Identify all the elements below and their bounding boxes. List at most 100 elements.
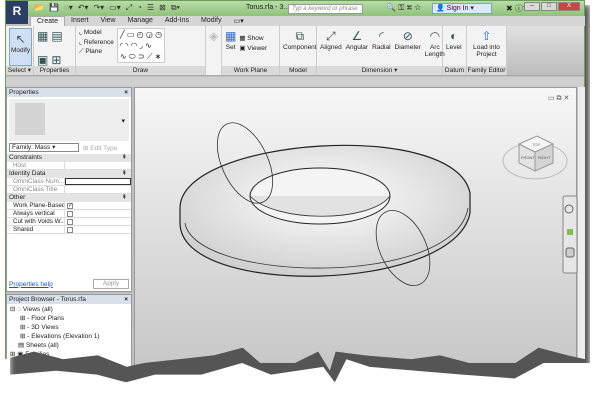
modify-button[interactable]: ↖ Modify <box>9 28 33 66</box>
contextual-tab-toggle[interactable]: ▭▾ <box>228 16 250 26</box>
sync-icon[interactable]: ◌▾ <box>64 3 73 13</box>
radial-button[interactable]: ◜ Radial <box>372 28 390 51</box>
angular-button[interactable]: ∠ Angular <box>346 28 368 51</box>
model-line-button[interactable]: ⌞ Model <box>79 28 114 36</box>
view-controls[interactable]: ▭ ⧉ ✕ <box>548 95 569 102</box>
maximize-button[interactable]: □ <box>541 2 557 11</box>
switch-windows-icon[interactable]: ⧉▾ <box>171 3 180 13</box>
checkbox[interactable]: ✓ <box>67 203 73 209</box>
property-value[interactable]: ✓ <box>65 202 131 209</box>
set-button[interactable]: ▦ Set <box>225 28 236 51</box>
tab-modify[interactable]: Modify <box>195 16 228 26</box>
checkbox[interactable] <box>67 211 73 217</box>
family-types-icon[interactable]: ▦ <box>37 28 48 44</box>
tree-views-all[interactable]: ⊟ ◌ Views (all) <box>10 305 128 314</box>
level-button[interactable]: ◐ Level <box>446 28 462 51</box>
property-value[interactable] <box>65 186 131 193</box>
property-value[interactable] <box>65 210 131 217</box>
load-into-project-label: Load into Project <box>473 44 500 58</box>
tree-3d-views[interactable]: ⊞ - 3D Views <box>10 323 128 332</box>
arc-length-button[interactable]: ◠ Arc Length <box>425 28 445 58</box>
navigation-bar[interactable] <box>562 195 578 274</box>
apply-button[interactable]: Apply <box>93 279 129 289</box>
show-button[interactable]: ▦ Show <box>239 34 267 42</box>
edit-type-button[interactable]: ⊞ Edit Type <box>83 144 117 152</box>
property-row: Work Plane-Based ✓ <box>7 202 131 210</box>
checkbox[interactable] <box>67 227 73 233</box>
vertical-scrollbar[interactable] <box>578 87 585 371</box>
aligned-button[interactable]: ⤢ Aligned <box>320 28 342 51</box>
close-icon[interactable]: × <box>124 88 128 97</box>
checkbox[interactable] <box>67 219 73 225</box>
viewcube-right[interactable]: RIGHT <box>538 155 551 160</box>
modify-label: Modify <box>11 47 31 54</box>
viewcube[interactable]: TOP FRONT RIGHT <box>502 135 568 180</box>
search-input[interactable]: Typ a keyword or phrase <box>288 4 363 14</box>
family-category-icon[interactable]: ▤ <box>51 28 62 44</box>
property-label: Work Plane-Based <box>7 202 65 209</box>
tree-floor-plans[interactable]: ⊞ - Floor Plans <box>10 314 128 323</box>
undo-icon[interactable]: ↶▾ <box>78 3 89 13</box>
sign-in-button[interactable]: 👤 Sign In ▾ <box>432 3 492 14</box>
cursor-icon: ↖ <box>15 32 26 46</box>
dimension-panel: ⤢ Aligned ∠ Angular ◜ Radial ⊘ Diameter ◠ Arc… <box>317 26 445 75</box>
dimension-panel-label[interactable]: Dimension ▾ <box>317 66 442 75</box>
group-header[interactable]: Identity Data <box>7 170 131 178</box>
star-icon[interactable]: ☆ <box>414 3 421 12</box>
property-value[interactable] <box>65 162 131 169</box>
viewcube-front[interactable]: FRONT <box>521 155 535 160</box>
tab-create[interactable]: Create <box>30 16 66 26</box>
tab-view[interactable]: View <box>95 16 122 26</box>
close-icon[interactable]: × <box>124 295 128 304</box>
tag-icon[interactable]: ◔ <box>137 3 142 13</box>
open-icon[interactable]: 📂 <box>34 3 44 13</box>
orbit-icon <box>565 247 575 258</box>
title-bar: 📂 💾 ◌▾ ↶▾ ↷▾ ▭▾ ⤢ ◔ ☰ ⊠ ⧉▾ Torus.rfa - 3... Typ a … <box>6 1 584 16</box>
select-panel-label[interactable]: Select ▾ <box>6 66 33 75</box>
viewer-button[interactable]: ▣ Viewer <box>239 44 267 52</box>
reference-line-button[interactable]: ⌞ Reference <box>79 38 114 46</box>
tree-sheets[interactable]: ▤ Sheets (all) <box>10 341 128 350</box>
minimize-button[interactable]: – <box>524 2 540 11</box>
3d-viewport[interactable]: TOP FRONT RIGHT ▭ ⧉ ✕ <box>134 87 578 388</box>
save-icon[interactable]: 💾 <box>49 3 59 13</box>
property-row: Cut with Voids W... <box>7 218 131 226</box>
property-value[interactable] <box>65 226 131 233</box>
select-panel: ↖ Modify Select ▾ <box>6 26 34 75</box>
binoculars-icon[interactable]: 🔍 <box>386 3 396 12</box>
tab-manage[interactable]: Manage <box>122 16 159 26</box>
project-browser-header: Project Browser - Torus.rfa × <box>7 295 131 304</box>
diameter-button[interactable]: ⊘ Diameter <box>395 28 421 51</box>
group-header[interactable]: Other <box>7 194 131 202</box>
reference-label: Reference <box>83 39 114 46</box>
radial-label: Radial <box>372 44 391 51</box>
tree-label: 3D Views <box>31 324 59 331</box>
tab-addins[interactable]: Add-Ins <box>159 16 195 26</box>
draw-tools-gallery[interactable]: ╱ ▭ ◴ ◶ ◷ ◜ ◝ ◠ ◞ ∿ ∿ ⬭ ⊃ ⟋ ∗ <box>116 28 166 63</box>
torus-model[interactable]: TOP FRONT RIGHT ▭ ⧉ ✕ <box>135 88 578 388</box>
properties-help-link[interactable]: Properties help <box>9 281 53 288</box>
close-hidden-icon[interactable]: ⊠ <box>159 3 166 13</box>
key-icon[interactable]: ⚿ <box>398 3 404 12</box>
redo-icon[interactable]: ↷▾ <box>93 3 104 13</box>
close-button[interactable]: X <box>558 2 580 11</box>
measure-icon[interactable]: ▭▾ <box>109 3 121 13</box>
tab-insert[interactable]: Insert <box>65 16 95 26</box>
tree-elevations[interactable]: ⊞ - Elevations (Elevation 1) <box>10 332 128 341</box>
group-header[interactable]: Constraints <box>7 154 131 162</box>
app-menu-button[interactable]: R <box>6 1 28 24</box>
type-selector[interactable]: ▾ <box>9 99 129 141</box>
plane-button[interactable]: ⟋ Plane <box>79 48 114 56</box>
component-button[interactable]: ⧉ Component <box>283 28 317 51</box>
tree-label: Elevations (Elevation 1) <box>31 333 100 340</box>
text-icon[interactable]: ☰ <box>147 3 154 13</box>
load-into-project-button[interactable]: ⇧ Load into Project <box>470 28 503 58</box>
viewcube-top[interactable]: TOP <box>532 142 540 147</box>
dimension-icon[interactable]: ⤢ <box>126 3 132 13</box>
family-filter-select[interactable]: Family: Mass ▾ <box>9 143 79 152</box>
exchange-icon[interactable]: ⌘ <box>407 3 413 12</box>
property-value[interactable] <box>65 178 131 185</box>
app-logo: R <box>12 4 22 18</box>
property-value[interactable] <box>65 218 131 225</box>
property-label: OmniClass Title <box>7 186 65 193</box>
